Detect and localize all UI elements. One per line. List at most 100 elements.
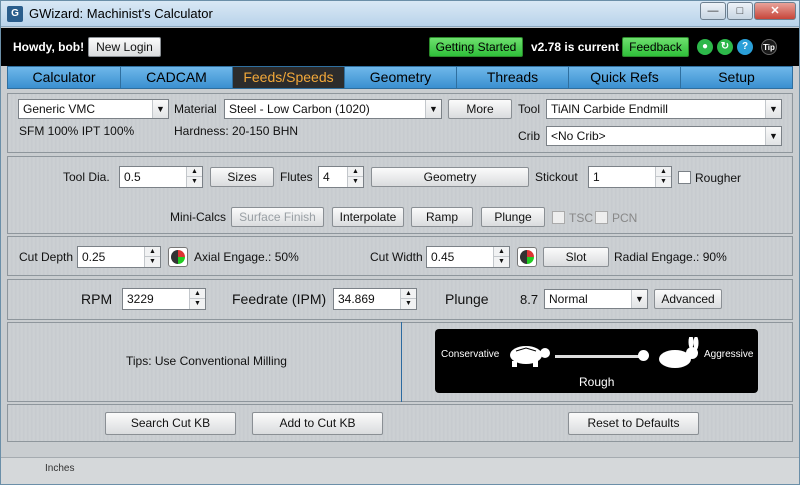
slot-button[interactable]: Slot bbox=[543, 247, 609, 267]
tab-threads[interactable]: Threads bbox=[457, 67, 569, 88]
stepper-arrows[interactable]: ▲ ▼ bbox=[493, 247, 509, 267]
tab-geometry[interactable]: Geometry bbox=[345, 67, 457, 88]
main-tabs: Calculator CADCAM Feeds/Speeds Geometry … bbox=[7, 66, 793, 89]
stickout-label: Stickout bbox=[535, 170, 578, 184]
chevron-down-icon: ▼ bbox=[425, 100, 441, 118]
stepper-arrows[interactable]: ▲ ▼ bbox=[347, 167, 363, 187]
footer-panel: Search Cut KB Add to Cut KB Reset to Def… bbox=[7, 404, 793, 442]
tool-value: TiAlN Carbide Endmill bbox=[551, 102, 668, 116]
feedrate-label: Feedrate (IPM) bbox=[232, 291, 327, 307]
machine-select[interactable]: Generic VMC ▼ bbox=[18, 99, 169, 119]
slider-thumb[interactable] bbox=[638, 350, 649, 361]
rougher-label: Rougher bbox=[695, 171, 742, 185]
advanced-button[interactable]: Advanced bbox=[654, 289, 722, 309]
tab-quick-refs[interactable]: Quick Refs bbox=[569, 67, 681, 88]
version-status: v2.78 is current bbox=[531, 40, 620, 54]
community-icon[interactable]: ● bbox=[697, 39, 713, 55]
stepper-arrows[interactable]: ▲ ▼ bbox=[655, 167, 671, 187]
ramp-button[interactable]: Ramp bbox=[411, 207, 473, 227]
tab-calculator[interactable]: Calculator bbox=[8, 67, 121, 88]
stickout-value: 1 bbox=[593, 170, 600, 184]
tab-feeds-speeds[interactable]: Feeds/Speeds bbox=[233, 67, 345, 88]
header-bar: Howdy, bob! New Login Getting Started v2… bbox=[1, 28, 799, 66]
new-login-button[interactable]: New Login bbox=[88, 37, 161, 57]
pcn-checkbox[interactable] bbox=[595, 211, 608, 224]
cut-depth-label: Cut Depth bbox=[19, 250, 74, 264]
plunge-mode-value: Normal bbox=[549, 292, 588, 306]
crib-select[interactable]: <No Crib> ▼ bbox=[546, 126, 782, 146]
app-icon: G bbox=[7, 6, 23, 22]
chevron-down-icon: ▼ bbox=[631, 290, 647, 308]
surface-finish-button[interactable]: Surface Finish bbox=[231, 207, 324, 227]
feedrate-stepper[interactable]: 34.869 ▲ ▼ bbox=[333, 288, 417, 310]
results-panel: RPM 3229 ▲ ▼ Feedrate (IPM) 34.869 ▲ ▼ Plu… bbox=[7, 279, 793, 320]
search-cut-kb-button[interactable]: Search Cut KB bbox=[105, 412, 236, 435]
add-to-cut-kb-button[interactable]: Add to Cut KB bbox=[252, 412, 383, 435]
sfm-ipt-text: SFM 100% IPT 100% bbox=[19, 124, 135, 138]
plunge-label: Plunge bbox=[445, 291, 489, 307]
tool-label: Tool bbox=[518, 102, 541, 116]
reset-defaults-button[interactable]: Reset to Defaults bbox=[568, 412, 699, 435]
axial-gauge-icon[interactable] bbox=[168, 247, 188, 267]
feedrate-value: 34.869 bbox=[338, 292, 375, 306]
stepper-arrows[interactable]: ▲ ▼ bbox=[400, 289, 416, 309]
tsc-label: TSC bbox=[569, 211, 593, 225]
rpm-stepper[interactable]: 3229 ▲ ▼ bbox=[122, 288, 206, 310]
tsc-checkbox[interactable] bbox=[552, 211, 565, 224]
slider-track[interactable] bbox=[555, 355, 643, 358]
stepper-arrows[interactable]: ▲ ▼ bbox=[189, 289, 205, 309]
sizes-button[interactable]: Sizes bbox=[210, 167, 274, 187]
title-bar: G GWizard: Machinist's Calculator — □ ✕ bbox=[1, 1, 799, 27]
turtle-icon bbox=[510, 346, 550, 367]
rpm-label: RPM bbox=[81, 291, 113, 307]
tab-cadcam[interactable]: CADCAM bbox=[121, 67, 233, 88]
panel-divider bbox=[401, 322, 402, 402]
more-button[interactable]: More bbox=[448, 99, 512, 119]
mini-calcs-label: Mini-Calcs bbox=[170, 210, 227, 224]
radial-gauge-icon[interactable] bbox=[517, 247, 537, 267]
plunge-mode-select[interactable]: Normal ▼ bbox=[544, 289, 648, 309]
conservative-label: Conservative bbox=[441, 349, 500, 360]
conservative-aggressive-slider[interactable]: Conservative Aggressive Rough bbox=[435, 329, 758, 393]
material-select[interactable]: Steel - Low Carbon (1020) ▼ bbox=[224, 99, 442, 119]
maximize-icon[interactable]: □ bbox=[727, 2, 753, 20]
cut-panel: Cut Depth 0.25 ▲ ▼ Axial Engage.: 50% Cut… bbox=[7, 236, 793, 276]
material-tool-panel: Generic VMC ▼ SFM 100% IPT 100% Material… bbox=[7, 93, 793, 153]
tip-icon[interactable]: Tip bbox=[761, 39, 777, 55]
rabbit-icon bbox=[659, 337, 699, 368]
stepper-arrows[interactable]: ▲ ▼ bbox=[144, 247, 160, 267]
aggressive-label: Aggressive bbox=[704, 349, 754, 360]
help-icon[interactable]: ? bbox=[737, 39, 753, 55]
app-window: G GWizard: Machinist's Calculator — □ ✕ … bbox=[0, 0, 800, 485]
refresh-icon[interactable]: ↻ bbox=[717, 39, 733, 55]
cut-width-stepper[interactable]: 0.45 ▲ ▼ bbox=[426, 246, 510, 268]
chevron-down-icon: ▼ bbox=[765, 127, 781, 145]
geometry-button[interactable]: Geometry bbox=[371, 167, 529, 187]
crib-label: Crib bbox=[518, 129, 541, 143]
stickout-stepper[interactable]: 1 ▲ ▼ bbox=[588, 166, 672, 188]
tab-setup[interactable]: Setup bbox=[681, 67, 792, 88]
flutes-label: Flutes bbox=[280, 170, 313, 184]
flutes-stepper[interactable]: 4 ▲ ▼ bbox=[318, 166, 364, 188]
cut-depth-value: 0.25 bbox=[82, 250, 106, 264]
minimize-icon[interactable]: — bbox=[700, 2, 726, 20]
greeting: Howdy, bob! bbox=[13, 40, 85, 54]
radial-engage-text: Radial Engage.: 90% bbox=[614, 250, 727, 264]
feedback-button[interactable]: Feedback bbox=[622, 37, 689, 57]
interpolate-button[interactable]: Interpolate bbox=[332, 207, 404, 227]
tool-select[interactable]: TiAlN Carbide Endmill ▼ bbox=[546, 99, 782, 119]
pcn-label: PCN bbox=[612, 211, 638, 225]
plunge-button[interactable]: Plunge bbox=[481, 207, 545, 227]
cut-width-value: 0.45 bbox=[431, 250, 455, 264]
tool-dia-stepper[interactable]: 0.5 ▲ ▼ bbox=[119, 166, 203, 188]
getting-started-button[interactable]: Getting Started bbox=[429, 37, 523, 57]
tool-params-panel: Tool Dia. 0.5 ▲ ▼ Sizes Flutes 4 ▲ ▼ Geome… bbox=[7, 156, 793, 234]
cut-depth-stepper[interactable]: 0.25 ▲ ▼ bbox=[77, 246, 161, 268]
tool-dia-value: 0.5 bbox=[124, 170, 141, 184]
rougher-checkbox[interactable] bbox=[678, 171, 691, 184]
close-icon[interactable]: ✕ bbox=[754, 2, 796, 20]
status-bar: Inches bbox=[1, 457, 799, 484]
tool-dia-label: Tool Dia. bbox=[63, 170, 110, 184]
units-status: Inches bbox=[45, 463, 75, 474]
stepper-arrows[interactable]: ▲ ▼ bbox=[186, 167, 202, 187]
